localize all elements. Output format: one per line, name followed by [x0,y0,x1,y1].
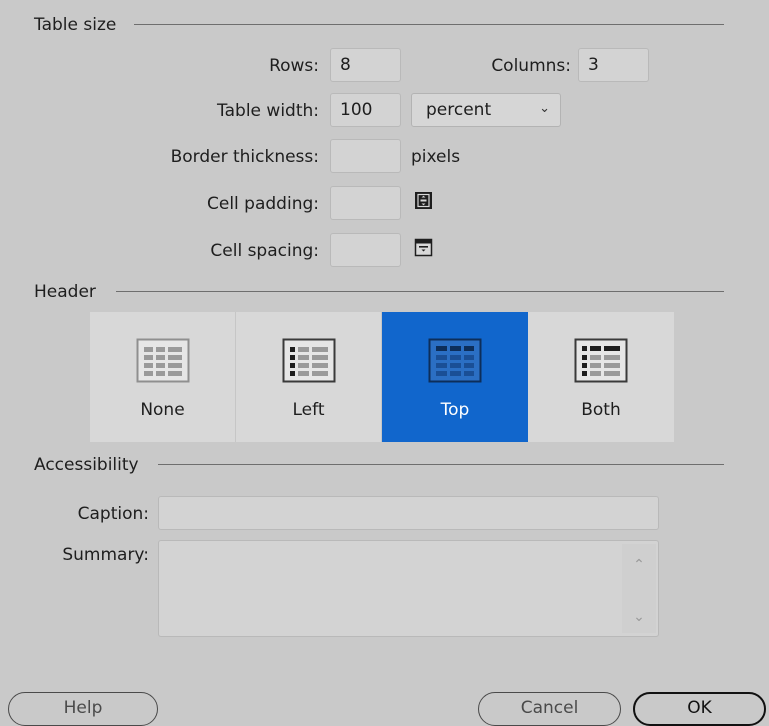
help-button[interactable]: Help [8,692,158,726]
header-divider [116,291,724,292]
cell-spacing-icon [414,238,433,257]
header-option-both[interactable]: Both [528,312,674,442]
table-width-unit-value: percent [426,100,492,120]
cell-padding-icon [415,192,432,209]
cell-spacing-input[interactable] [330,233,401,267]
header-option-left-label: Left [292,400,325,420]
cell-spacing-label: Cell spacing: [210,241,319,261]
table-both-header-icon [574,338,628,383]
accessibility-divider [158,464,724,465]
table-top-header-icon [428,338,482,383]
columns-label: Columns: [491,56,571,76]
caption-label: Caption: [77,504,149,524]
header-option-both-label: Both [581,400,621,420]
table-size-divider [134,24,724,25]
header-option-none-label: None [140,400,185,420]
table-size-group-title: Table size [34,15,117,35]
scroll-up-arrow-icon[interactable]: ⌃ [622,548,656,582]
cancel-button[interactable]: Cancel [478,692,621,726]
table-left-header-icon [282,338,336,383]
table-width-unit-select[interactable]: percent ⌄ [411,93,561,127]
table-width-label: Table width: [217,101,319,121]
summary-label: Summary: [62,545,149,565]
rows-label: Rows: [269,56,319,76]
chevron-down-icon: ⌄ [539,101,550,116]
border-unit-label: pixels [411,147,461,167]
header-option-left[interactable]: Left [236,312,382,442]
cell-padding-label: Cell padding: [207,194,319,214]
header-option-none[interactable]: None [90,312,236,442]
summary-scrollbar[interactable]: ⌃ ⌄ [622,544,656,633]
header-option-top[interactable]: Top [382,312,528,442]
caption-input[interactable] [158,496,659,530]
header-group-title: Header [34,282,96,302]
accessibility-group-title: Accessibility [34,455,139,475]
table-none-icon [136,338,190,383]
border-thickness-input[interactable] [330,139,401,173]
columns-input[interactable]: 3 [578,48,649,82]
border-thickness-label: Border thickness: [170,147,319,167]
cell-padding-input[interactable] [330,186,401,220]
summary-textarea[interactable] [158,540,659,637]
ok-button[interactable]: OK [633,692,766,726]
table-width-input[interactable]: 100 [330,93,401,127]
scroll-down-arrow-icon[interactable]: ⌄ [622,600,656,634]
header-option-top-label: Top [440,400,470,420]
rows-input[interactable]: 8 [330,48,401,82]
